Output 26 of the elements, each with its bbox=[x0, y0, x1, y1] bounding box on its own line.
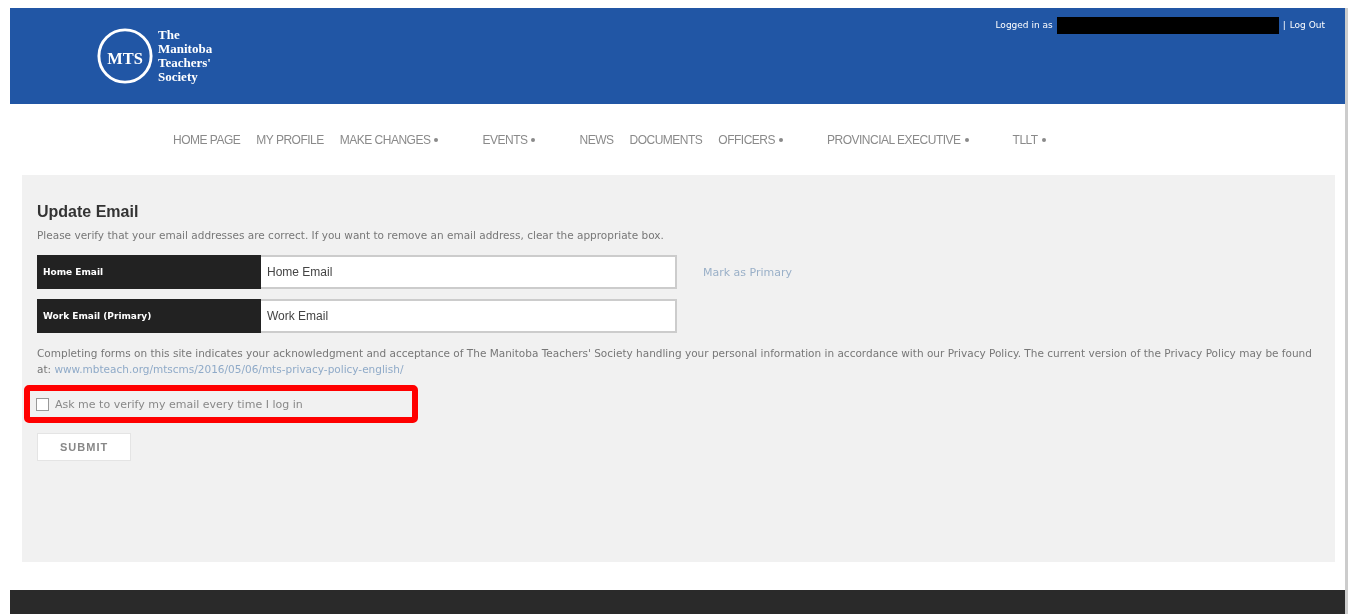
mark-primary-link[interactable]: Mark as Primary bbox=[703, 265, 793, 279]
form-title: Update Email bbox=[37, 203, 140, 221]
intro-text: Please verify that your email addresses are correct. If you want to remove an email address, clear the appropriate box. bbox=[37, 229, 665, 241]
nav-item[interactable]: DOCUMENTS bbox=[629, 132, 703, 147]
logo-text: The Manitoba Teachers' Society bbox=[158, 28, 213, 84]
email-input[interactable]: Home Email bbox=[261, 255, 677, 289]
field-label: Home Email bbox=[37, 255, 261, 289]
submit-button[interactable]: SUBMIT bbox=[37, 433, 132, 461]
nav-item[interactable]: EVENTS bbox=[482, 132, 528, 147]
privacy-link[interactable]: www.mbteach.org/mtscms/2016/05/06/mts-privacy-policy-english/ bbox=[54, 363, 404, 375]
field-label: Work Email (Primary) bbox=[37, 299, 261, 333]
nav-item[interactable]: HOME PAGE bbox=[173, 132, 241, 147]
nav-item[interactable]: OFFICERS bbox=[718, 132, 775, 147]
nav-item[interactable]: MY PROFILE bbox=[256, 132, 324, 147]
checkbox[interactable] bbox=[36, 397, 49, 411]
nav-item[interactable]: TLLT bbox=[1012, 132, 1038, 147]
logout-link[interactable]: Log Out bbox=[1289, 20, 1325, 30]
nav-item[interactable]: PROVINCIAL EXECUTIVE bbox=[827, 132, 961, 147]
privacy-notice: Completing forms on this site indicates your acknowledgment and acceptance of The Manitoba Teachers' Society handling your personal information in accordance with our Privacy Policy. The current version of the Privacy Policy may be found at: www.mbteach.org/mtscms/2016/05/06/mts-privacy-policy-english/ bbox=[37, 346, 1313, 377]
checkbox-label: Ask me to verify my email every time I log in bbox=[55, 397, 303, 411]
email-input[interactable]: Work Email bbox=[261, 299, 677, 333]
nav-item[interactable]: MAKE CHANGES bbox=[339, 132, 431, 147]
separator: | bbox=[1282, 20, 1286, 30]
logged-in-label: Logged in as bbox=[995, 20, 1053, 30]
logo-icon: MTS bbox=[96, 27, 154, 85]
nav-item[interactable]: NEWS bbox=[579, 132, 614, 147]
